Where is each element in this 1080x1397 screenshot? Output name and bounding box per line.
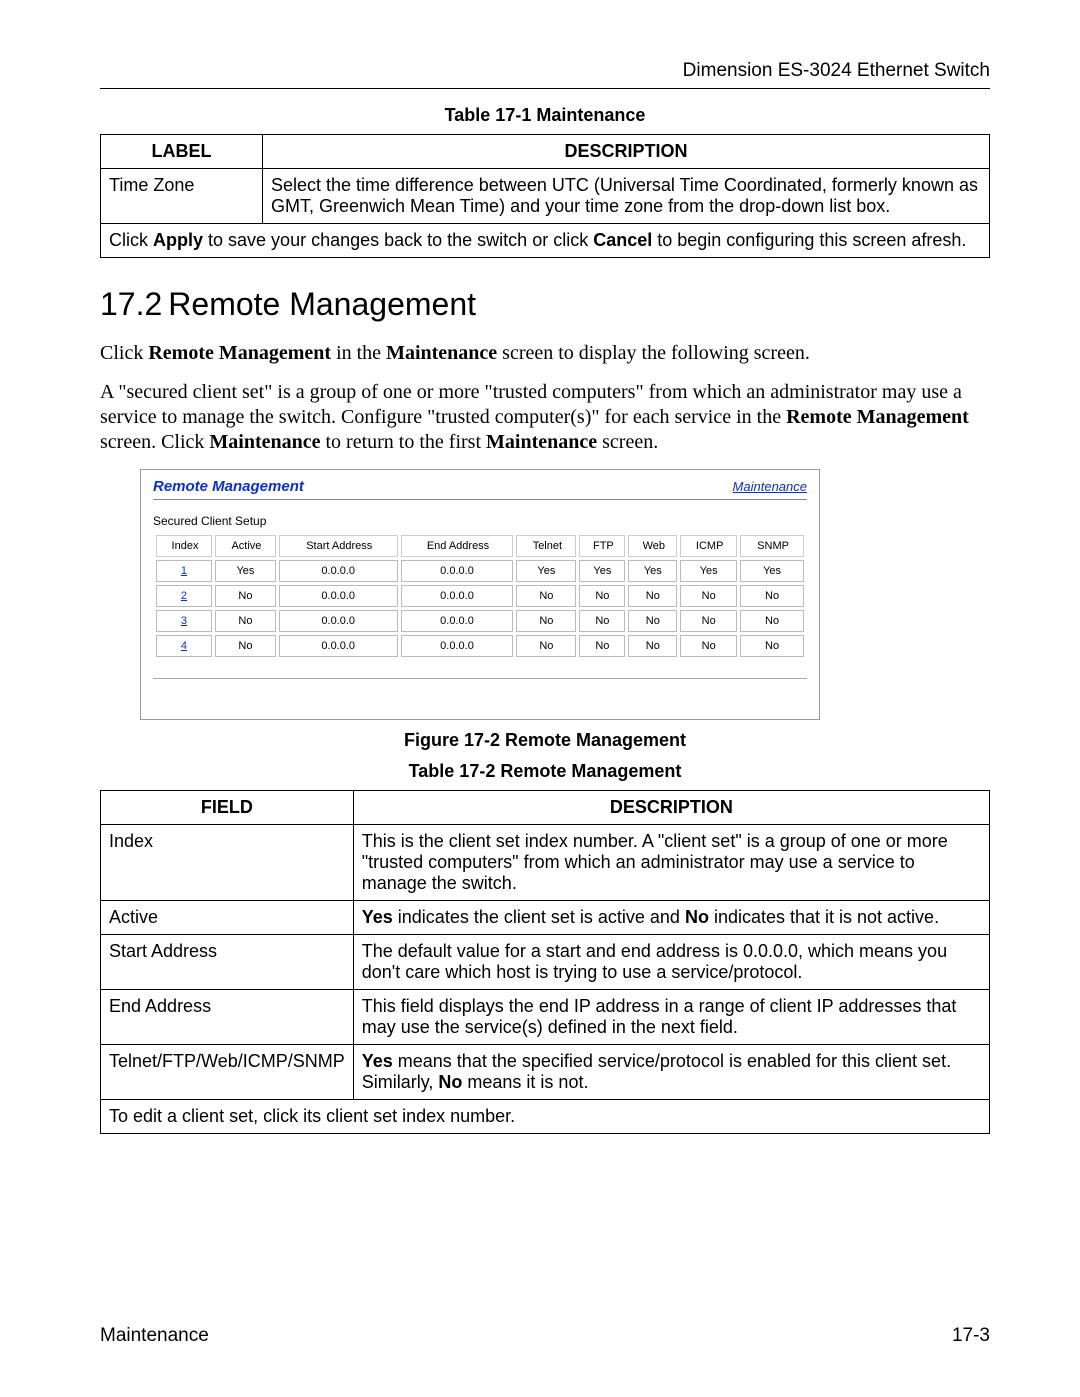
t2r2-field: Active [101,901,354,935]
shot-row-3: 3 No 0.0.0.0 0.0.0.0 No No No No No [156,610,804,632]
shot-row-1: 1 Yes 0.0.0.0 0.0.0.0 Yes Yes Yes Yes Ye… [156,560,804,582]
r1-end: 0.0.0.0 [401,560,514,582]
r2-telnet: No [516,585,576,607]
t2-span-note: To edit a client set, click its client s… [101,1100,990,1134]
r4-icmp: No [680,635,737,657]
th-label: LABEL [101,135,263,169]
col-start: Start Address [279,535,398,557]
th2-desc: DESCRIPTION [353,791,989,825]
r2-active: No [215,585,276,607]
table-remote-management: FIELD DESCRIPTION Index This is the clie… [100,790,990,1134]
t2r1-desc: This is the client set index number. A "… [353,825,989,901]
table2-caption: Table 17-2 Remote Management [100,761,990,782]
shot-row-2: 2 No 0.0.0.0 0.0.0.0 No No No No No [156,585,804,607]
index-link-4[interactable]: 4 [181,640,187,652]
t2r3-field: Start Address [101,935,354,990]
r2-ftp: No [579,585,625,607]
table-maintenance: LABEL DESCRIPTION Time Zone Select the t… [100,134,990,258]
table1-caption: Table 17-1 Maintenance [100,105,990,126]
r2-start: 0.0.0.0 [279,585,398,607]
r2-snmp: No [740,585,804,607]
r3-web: No [628,610,677,632]
cell-apply-note: Click Apply to save your changes back to… [101,224,990,258]
t2r5-desc: Yes means that the specified service/pro… [353,1045,989,1100]
r1-telnet: Yes [516,560,576,582]
r1-start: 0.0.0.0 [279,560,398,582]
section-number: 17.2 [100,286,162,322]
col-telnet: Telnet [516,535,576,557]
cell-timezone-label: Time Zone [101,169,263,224]
col-ftp: FTP [579,535,625,557]
r1-icmp: Yes [680,560,737,582]
r2-icmp: No [680,585,737,607]
r3-end: 0.0.0.0 [401,610,514,632]
r4-snmp: No [740,635,804,657]
t2r5-field: Telnet/FTP/Web/ICMP/SNMP [101,1045,354,1100]
shot-maintenance-link[interactable]: Maintenance [733,479,807,494]
r4-active: No [215,635,276,657]
t2r1-field: Index [101,825,354,901]
r1-ftp: Yes [579,560,625,582]
th-desc: DESCRIPTION [263,135,990,169]
col-web: Web [628,535,677,557]
remote-management-screenshot: Remote Management Maintenance Secured Cl… [140,469,820,720]
r4-telnet: No [516,635,576,657]
index-link-3[interactable]: 3 [181,615,187,627]
r1-web: Yes [628,560,677,582]
footer-left: Maintenance [100,1325,209,1347]
t2r4-desc: This field displays the end IP address i… [353,990,989,1045]
footer: Maintenance 17-3 [100,1325,990,1347]
r1-active: Yes [215,560,276,582]
r4-end: 0.0.0.0 [401,635,514,657]
t2r3-desc: The default value for a start and end ad… [353,935,989,990]
r4-ftp: No [579,635,625,657]
section-title: Remote Management [168,286,476,322]
r2-end: 0.0.0.0 [401,585,514,607]
paragraph-2: A "secured client set" is a group of one… [100,380,990,455]
r3-icmp: No [680,610,737,632]
r3-snmp: No [740,610,804,632]
t2r2-desc: Yes indicates the client set is active a… [353,901,989,935]
col-end: End Address [401,535,514,557]
footer-right: 17-3 [952,1325,990,1347]
th2-field: FIELD [101,791,354,825]
r4-web: No [628,635,677,657]
section-heading: 17.2Remote Management [100,286,990,323]
r3-ftp: No [579,610,625,632]
secured-client-table: Index Active Start Address End Address T… [153,532,807,660]
shot-row-4: 4 No 0.0.0.0 0.0.0.0 No No No No No [156,635,804,657]
index-link-1[interactable]: 1 [181,565,187,577]
col-active: Active [215,535,276,557]
col-snmp: SNMP [740,535,804,557]
r1-snmp: Yes [740,560,804,582]
r4-start: 0.0.0.0 [279,635,398,657]
running-head: Dimension ES-3024 Ethernet Switch [100,60,990,82]
index-link-2[interactable]: 2 [181,590,187,602]
r3-telnet: No [516,610,576,632]
col-icmp: ICMP [680,535,737,557]
r3-active: No [215,610,276,632]
r3-start: 0.0.0.0 [279,610,398,632]
cell-timezone-desc: Select the time difference between UTC (… [263,169,990,224]
shot-subtitle: Secured Client Setup [153,514,807,528]
r2-web: No [628,585,677,607]
figure-caption: Figure 17-2 Remote Management [100,730,990,751]
shot-header-row: Index Active Start Address End Address T… [156,535,804,557]
top-rule [100,88,990,89]
shot-title: Remote Management [153,478,304,495]
t2r4-field: End Address [101,990,354,1045]
col-index: Index [156,535,212,557]
paragraph-1: Click Remote Management in the Maintenan… [100,341,990,366]
shot-bottom-rule [153,678,807,679]
